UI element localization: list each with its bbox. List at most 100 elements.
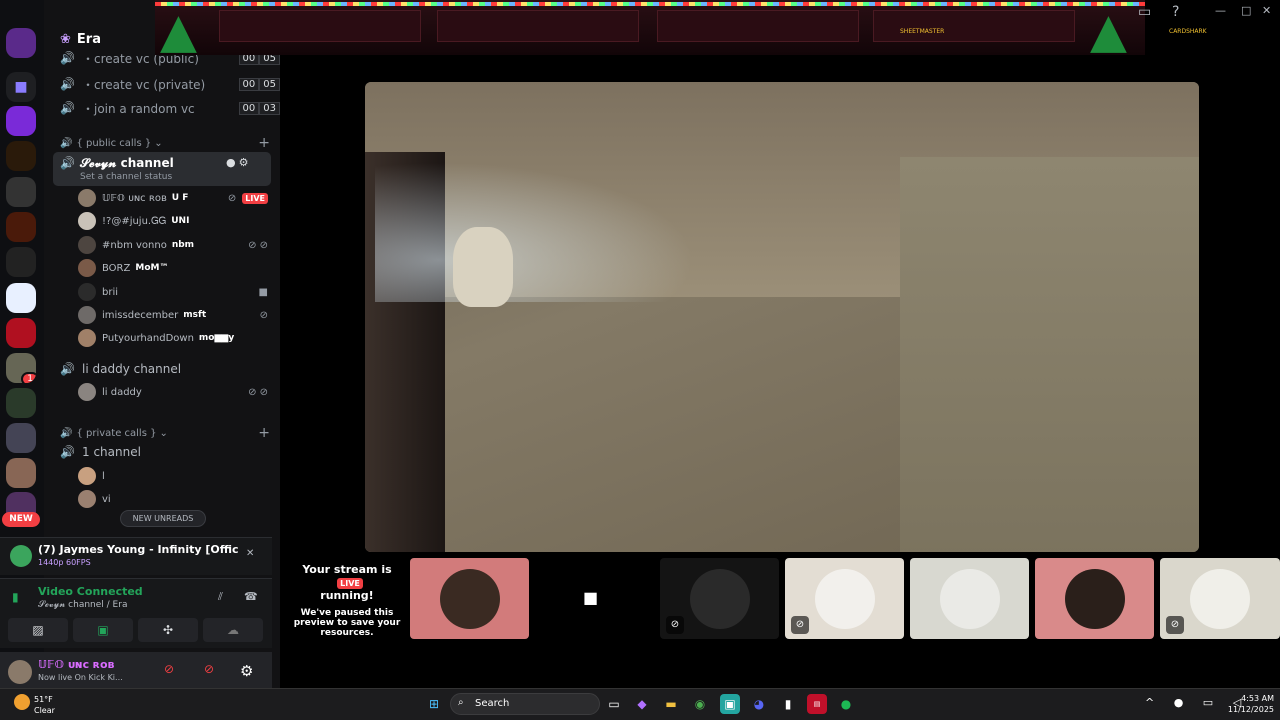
speaker-icon: 🔊 [60,362,75,376]
channel-join-random[interactable]: 🔊 ・join a random vc 00 03 [60,98,280,118]
unread-badge: 1 [21,372,36,383]
video-stream[interactable] [365,82,1199,552]
file-explorer-icon[interactable]: ▬ [661,694,681,714]
inbox-icon[interactable]: ▭ [1138,4,1151,20]
banner-label: CARDSHARK [1169,28,1207,35]
task-view-icon[interactable]: ▭ [604,694,624,714]
help-icon[interactable]: ? [1172,4,1179,20]
weather-icon[interactable] [14,694,30,710]
voice-user[interactable]: 𝕌𝔽𝕆 ᴜɴᴄ ʀᴏʙ U F ⊘ LIVE [78,188,268,208]
app-icon[interactable]: ▣ [720,694,740,714]
activities-button[interactable]: ✣ [138,618,198,642]
voice-user[interactable]: li daddy ⊘ ⊘ [78,382,268,402]
chrome-icon[interactable]: ◉ [690,694,710,714]
channel-name: li daddy channel [82,362,182,376]
participant-tile[interactable] [410,558,529,639]
copilot-icon[interactable]: ◆ [632,694,652,714]
home-server-icon[interactable] [6,28,36,58]
settings-gear-icon[interactable]: ⚙ [240,662,253,680]
close-window-icon[interactable]: ✕ [1262,4,1271,17]
server-icon[interactable] [6,212,36,242]
server-icon[interactable] [6,106,36,136]
spotify-icon[interactable]: ● [836,694,856,714]
channel-li-daddy[interactable]: 🔊 li daddy channel [60,359,280,379]
app-icon[interactable]: ▤ [807,694,827,714]
voice-user[interactable]: PutyourhandDown mo▆▆y [78,328,268,348]
add-channel-icon[interactable]: + [258,135,270,151]
banner-panel [437,10,639,42]
clock[interactable]: 4:53 AM 11/12/2025 [1222,693,1274,715]
server-icon[interactable] [6,177,36,207]
deafen-icon[interactable]: ⊘ [204,662,214,676]
server-icon[interactable] [6,423,36,453]
voice-status[interactable]: Video Connected [38,585,143,598]
maximize-icon[interactable]: □ [1241,4,1251,17]
mute-icon[interactable]: ⊘ [164,662,174,676]
participant-tile[interactable] [1035,558,1154,639]
close-icon[interactable]: ✕ [246,548,254,559]
voice-user[interactable]: BORZ MoM™ [78,258,268,278]
banner-panel [219,10,421,42]
participant-tile[interactable] [910,558,1029,639]
christmas-tree-icon: ▲ [160,3,197,59]
participant-tile[interactable]: ⊘ [660,558,779,639]
channel-1[interactable]: 🔊 1 channel [60,442,280,462]
user-avatar[interactable] [8,660,32,684]
server-banner: SHEETMASTER CARDSHARK ▲ ▲ [155,0,1207,59]
live-badge[interactable]: LIVE [242,192,268,204]
voice-user[interactable]: imissdecember msft ⊘ [78,305,268,325]
category-public-calls[interactable]: 🔊 { public calls } ⌄ + [60,135,270,151]
participant-tile[interactable]: ⊘ [1160,558,1280,639]
folder-icon[interactable]: ■ [6,72,36,102]
stream-notice-message: We've paused this preview to save your r… [293,608,401,638]
weather-widget[interactable]: 51°F Clear [34,694,55,716]
voice-user[interactable]: vi [78,489,268,509]
server-icon[interactable] [6,283,36,313]
noise-suppression-icon[interactable]: ⫽ [218,590,223,604]
server-icon[interactable] [6,458,36,488]
avatar [78,236,96,254]
new-pill[interactable]: NEW [2,512,40,527]
soundboard-button[interactable]: ☁ [203,618,263,642]
windows-start-icon[interactable]: ⊞ [424,694,444,714]
channel-name: ・create vc (private) [82,77,206,92]
user-tag: msft [183,310,207,320]
server-icon[interactable] [6,388,36,418]
voice-user[interactable]: #nbm vonno nbm ⊘ ⊘ [78,235,268,255]
server-era-icon[interactable] [6,141,36,171]
activity-avatar [10,545,32,567]
camera-toggle-button[interactable]: ▨ [8,618,68,642]
server-icon[interactable] [6,318,36,348]
user-name: 𝕌𝔽𝕆 ᴜɴᴄ ʀᴏʙ [102,192,167,204]
disconnect-icon[interactable]: ☎ [244,590,258,603]
audio-app-icon[interactable]: ▮ [778,694,798,714]
screen-share-button[interactable]: ▣ [73,618,133,642]
category-private-calls[interactable]: 🔊 { private calls } ⌄ + [60,425,270,441]
avatar [78,283,96,301]
taskbar-search[interactable]: Search [450,693,600,715]
voice-user[interactable]: l [78,466,268,486]
signal-icon[interactable]: ▮ [12,590,19,604]
server-header[interactable]: ❀ Era [60,32,101,47]
voice-user[interactable]: !?@#juju.ᏀᏀ UNI [78,211,268,231]
new-unreads-button[interactable]: NEW UNREADS [120,510,206,527]
channel-action-icons[interactable]: ●⚙ [226,156,251,169]
minimize-icon[interactable]: — [1215,4,1226,17]
muted-icon: ⊘ ⊘ [248,386,268,398]
channel-create-private[interactable]: 🔊 ・create vc (private) 00 05 [60,74,280,94]
server-icon[interactable] [6,247,36,277]
channel-status[interactable]: Set a channel status [80,172,172,182]
participant-tile[interactable]: ■ [535,558,654,639]
user-name: #nbm vonno [102,239,167,251]
participant-tile[interactable]: ⊘ [785,558,904,639]
avatar [78,467,96,485]
avatar [78,383,96,401]
user-limit: 05 [259,77,280,91]
voice-user[interactable]: brii ■ [78,282,268,302]
server-icon[interactable]: 1 [6,353,36,383]
add-channel-icon[interactable]: + [258,425,270,441]
avatar [1190,569,1250,629]
muted-icon: ⊘ [1166,616,1184,634]
category-label: { public calls } [76,137,152,149]
discord-icon[interactable]: ◕ [749,694,769,714]
